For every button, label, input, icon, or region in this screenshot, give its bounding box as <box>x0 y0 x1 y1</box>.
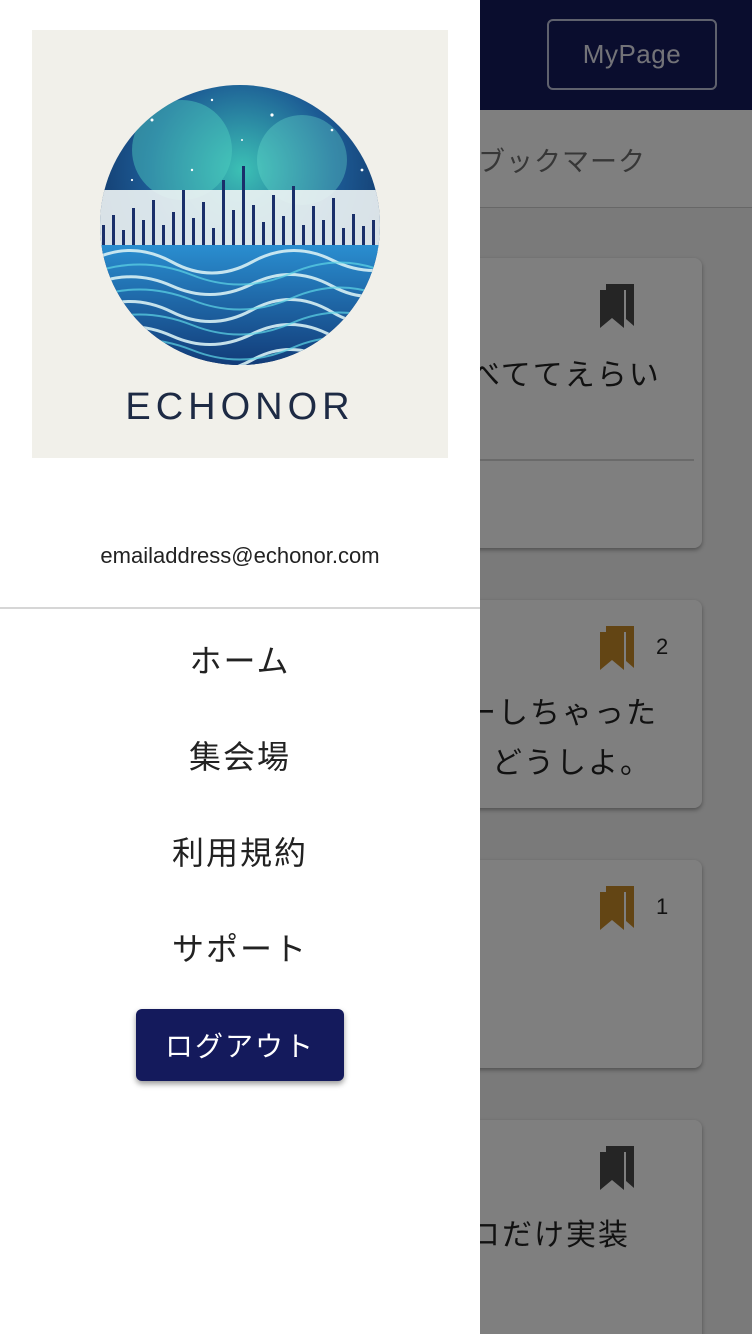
logo-wordmark: ECHONOR <box>125 386 355 428</box>
logout-button[interactable]: ログアウト <box>136 1009 344 1081</box>
nav-item-support[interactable]: サポート <box>0 924 480 970</box>
nav-item-home[interactable]: ホーム <box>0 636 480 682</box>
nav-drawer: ECHONOR emailaddress@echonor.com ホーム 集会場… <box>0 0 480 1334</box>
user-email: emailaddress@echonor.com <box>100 543 380 568</box>
nav-item-terms[interactable]: 利用規約 <box>0 828 480 874</box>
app-logo: ECHONOR <box>32 30 448 458</box>
nav-item-meeting-hall[interactable]: 集会場 <box>0 732 480 778</box>
drawer-divider <box>0 607 480 609</box>
